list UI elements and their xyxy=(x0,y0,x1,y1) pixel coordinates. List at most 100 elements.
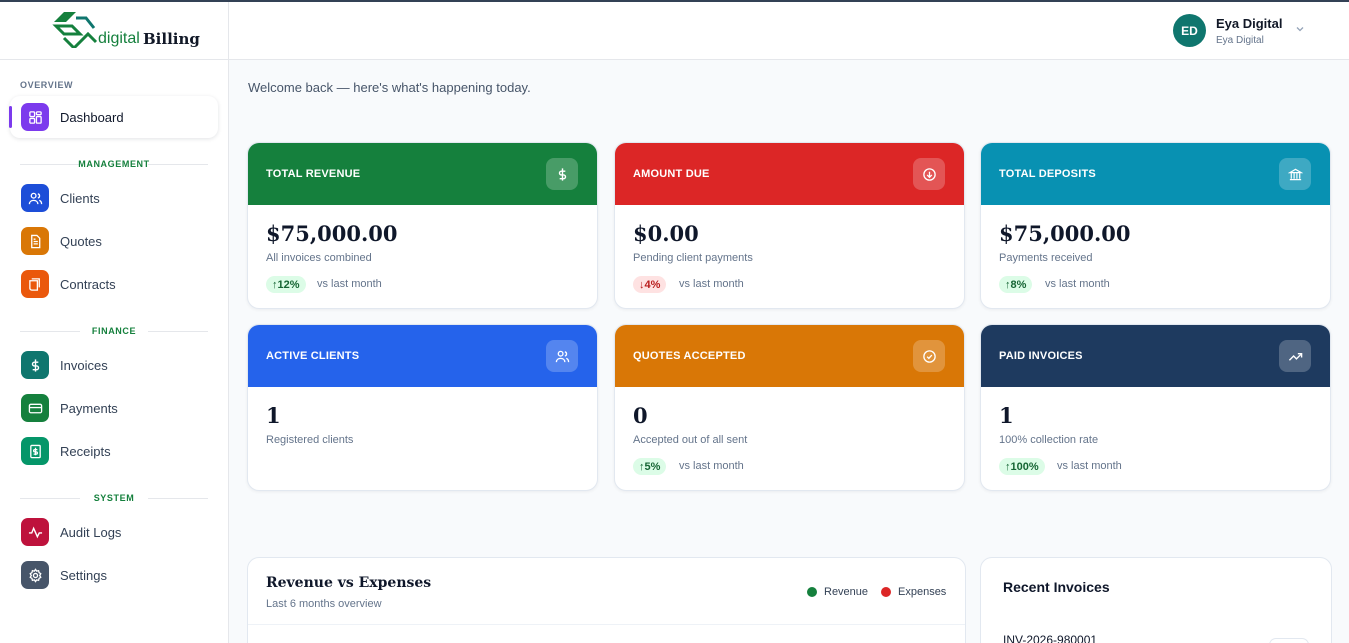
brand-name-secondary: Billing xyxy=(143,30,200,48)
card-subtitle: Accepted out of all sent xyxy=(633,434,748,446)
card-title: TOTAL DEPOSITS xyxy=(999,168,1096,180)
sidebar-item-label: Contracts xyxy=(60,277,116,292)
trend-badge: ↑ 12% xyxy=(266,276,306,293)
stat-card-amount-due[interactable]: AMOUNT DUE $0.00 Pending client payments… xyxy=(614,142,965,309)
section-overview: OVERVIEW xyxy=(20,80,74,90)
sidebar-item-label: Payments xyxy=(60,401,118,416)
sidebar-item-contracts[interactable]: Contracts xyxy=(10,263,218,305)
gear-icon xyxy=(21,561,49,589)
card-subtitle: 100% collection rate xyxy=(999,434,1099,446)
section-finance: FINANCE xyxy=(91,326,137,336)
sidebar-item-label: Quotes xyxy=(60,234,102,249)
card-value: $75,000.00 xyxy=(266,221,398,246)
sidebar-item-audit-logs[interactable]: Audit Logs xyxy=(10,511,218,553)
legend-revenue[interactable]: Revenue xyxy=(807,586,868,598)
trend-note: vs last month xyxy=(679,460,744,472)
card-value: $75,000.00 xyxy=(999,221,1131,246)
card-value: $0.00 xyxy=(633,221,699,246)
trend-badge: ↑ 8% xyxy=(999,276,1033,293)
stat-card-total-deposits[interactable]: TOTAL DEPOSITS $75,000.00 Payments recei… xyxy=(980,142,1331,309)
stat-card-paid-invoices[interactable]: PAID INVOICES 1 100% collection rate ↑ 10… xyxy=(980,324,1331,491)
legend-expenses[interactable]: Expenses xyxy=(881,586,946,598)
avatar[interactable]: ED xyxy=(1173,14,1206,47)
sidebar-item-label: Invoices xyxy=(60,358,108,373)
check-circle-icon xyxy=(913,340,945,372)
top-header: ED Eya Digital Eya Digital xyxy=(229,2,1349,60)
trend-badge: ↑ 5% xyxy=(633,458,667,475)
stat-card-quotes-accepted[interactable]: QUOTES ACCEPTED 0 Accepted out of all se… xyxy=(614,324,965,491)
card-header: ACTIVE CLIENTS xyxy=(248,325,597,387)
card-header: QUOTES ACCEPTED xyxy=(615,325,964,387)
divider xyxy=(248,624,965,625)
card-header: PAID INVOICES xyxy=(981,325,1330,387)
invoice-action-button[interactable] xyxy=(1269,638,1309,643)
sidebar-item-receipts[interactable]: Receipts xyxy=(10,430,218,472)
sidebar-item-label: Dashboard xyxy=(60,110,124,125)
brand-logo[interactable]: digital Billing xyxy=(0,2,228,60)
receipt-icon xyxy=(21,437,49,465)
card-title: QUOTES ACCEPTED xyxy=(633,350,746,362)
sidebar-item-dashboard[interactable]: Dashboard xyxy=(9,96,218,138)
panel-title: Recent Invoices xyxy=(1003,579,1110,595)
card-value: 1 xyxy=(266,403,281,428)
sidebar-item-payments[interactable]: Payments xyxy=(10,387,218,429)
card-value: 1 xyxy=(999,403,1014,428)
panel-subtitle: Last 6 months overview xyxy=(266,598,382,610)
legend-label: Expenses xyxy=(898,586,947,598)
arrow-down-circle-icon xyxy=(913,158,945,190)
grid-icon xyxy=(21,103,49,131)
card-title: AMOUNT DUE xyxy=(633,168,710,180)
sidebar-item-quotes[interactable]: Quotes xyxy=(10,220,218,262)
activity-icon xyxy=(21,518,49,546)
users-icon xyxy=(546,340,578,372)
sidebar-item-label: Clients xyxy=(60,191,100,206)
stat-card-active-clients[interactable]: ACTIVE CLIENTS 1 Registered clients xyxy=(247,324,598,491)
brand-name-primary: digital xyxy=(98,30,140,47)
sidebar-item-label: Audit Logs xyxy=(60,525,122,540)
trending-up-icon xyxy=(1279,340,1311,372)
trend-note: vs last month xyxy=(1045,278,1110,290)
chevron-down-icon[interactable] xyxy=(1295,24,1305,34)
legend-dot xyxy=(807,587,817,597)
card-subtitle: Payments received xyxy=(999,252,1093,264)
card-icon xyxy=(21,394,49,422)
trend-badge: ↓ 4% xyxy=(633,276,667,293)
sidebar-item-settings[interactable]: Settings xyxy=(10,554,218,596)
dollar-icon xyxy=(21,351,49,379)
card-subtitle: All invoices combined xyxy=(266,252,372,264)
user-org: Eya Digital xyxy=(1216,35,1264,46)
stat-card-total-revenue[interactable]: TOTAL REVENUE $75,000.00 All invoices co… xyxy=(247,142,598,309)
trend-note: vs last month xyxy=(317,278,382,290)
trend-value: 8% xyxy=(1010,278,1027,291)
sidebar-item-label: Settings xyxy=(60,568,107,583)
sidebar: digital Billing OVERVIEW Dashboard MANAG… xyxy=(0,2,229,643)
sidebar-item-clients[interactable]: Clients xyxy=(10,177,218,219)
section-management: MANAGEMENT xyxy=(78,159,150,169)
invoice-number[interactable]: INV-2026-980001 xyxy=(1003,633,1097,643)
sidebar-item-label: Receipts xyxy=(60,444,111,459)
trend-value: 4% xyxy=(644,278,661,291)
card-header: TOTAL REVENUE xyxy=(248,143,597,205)
section-system: SYSTEM xyxy=(93,493,135,503)
card-header: TOTAL DEPOSITS xyxy=(981,143,1330,205)
card-title: TOTAL REVENUE xyxy=(266,168,361,180)
trend-note: vs last month xyxy=(679,278,744,290)
users-icon xyxy=(21,184,49,212)
card-header: AMOUNT DUE xyxy=(615,143,964,205)
card-subtitle: Pending client payments xyxy=(633,252,753,264)
card-title: ACTIVE CLIENTS xyxy=(266,350,360,362)
card-value: 0 xyxy=(633,403,648,428)
trend-value: 5% xyxy=(644,460,661,473)
trend-badge: ↑ 100% xyxy=(999,458,1045,475)
legend-label: Revenue xyxy=(824,586,869,598)
card-subtitle: Registered clients xyxy=(266,434,354,446)
revenue-expenses-panel: Revenue vs Expenses Last 6 months overvi… xyxy=(247,557,966,643)
dollar-icon xyxy=(546,158,578,190)
trend-value: 12% xyxy=(277,278,300,291)
user-name[interactable]: Eya Digital xyxy=(1216,16,1282,31)
welcome-message: Welcome back — here's what's happening t… xyxy=(248,80,531,95)
bank-icon xyxy=(1279,158,1311,190)
panel-title: Revenue vs Expenses xyxy=(266,575,432,591)
sidebar-item-invoices[interactable]: Invoices xyxy=(10,344,218,386)
contract-icon xyxy=(21,270,49,298)
